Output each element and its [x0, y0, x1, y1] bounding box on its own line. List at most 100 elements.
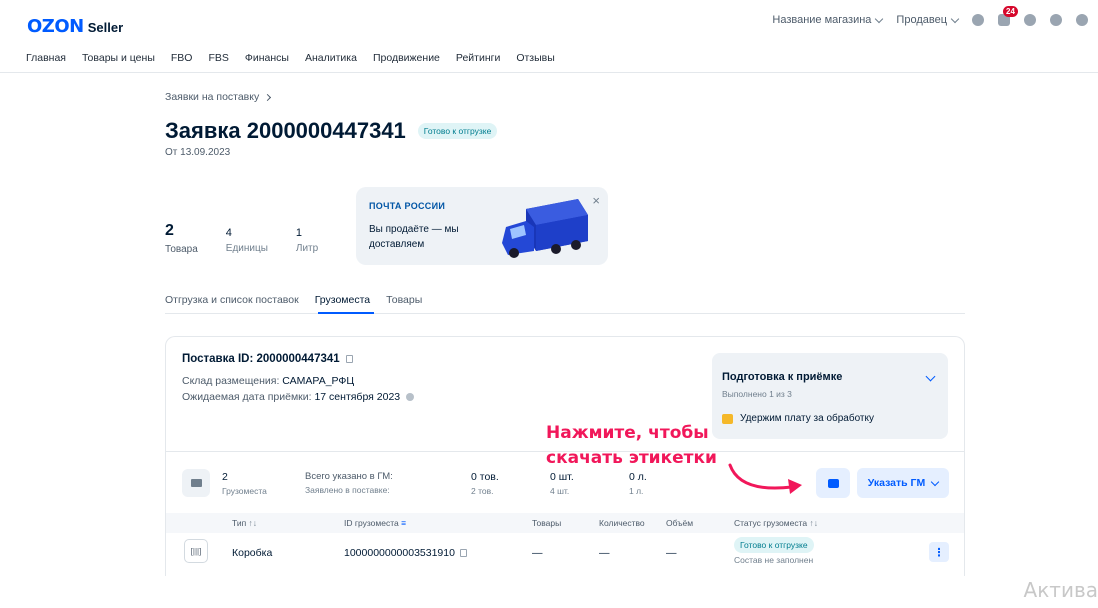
- ozon-seller-logo[interactable]: OZON Seller: [27, 16, 123, 37]
- annotation-line-2: скачать этикетки: [546, 448, 717, 468]
- stat-units: 4 Единицы: [226, 222, 268, 255]
- prep-item: Удержим плату за обработку: [722, 413, 874, 424]
- education-icon[interactable]: [1050, 14, 1062, 26]
- printer-icon: [827, 478, 839, 488]
- annotation-line-1: Нажмите, чтобы: [546, 423, 709, 443]
- store-dropdown-label: Название магазина: [772, 14, 872, 26]
- th-status[interactable]: Статус грузоместа ↑↓: [734, 518, 818, 528]
- nav-item-finance[interactable]: Финансы: [245, 52, 289, 64]
- chevron-down-icon[interactable]: [925, 371, 936, 382]
- th-goods: Товары: [532, 518, 562, 528]
- nav-item-reviews[interactable]: Отзывы: [516, 52, 554, 64]
- chevron-down-icon: [875, 14, 884, 23]
- page-title-row: Заявка 2000000447341 Готово к отгрузке: [165, 118, 498, 144]
- summary-pcs-declared: 4 шт.: [550, 486, 570, 496]
- warehouse-line: Склад размещения: САМАРА_РФЦ: [182, 375, 354, 387]
- stat-goods: 2 Товара: [165, 222, 198, 255]
- stat-liters-label: Литр: [295, 243, 319, 254]
- barcode-icon: [|||]: [184, 539, 208, 563]
- coin-icon: [722, 413, 733, 424]
- promo-banner[interactable]: ПОЧТА РОССИИ Вы продаёте — мы доставляем…: [356, 187, 608, 265]
- chat-icon[interactable]: 24: [998, 6, 1018, 26]
- expected-date-line: Ожидаемая дата приёмки: 17 сентября 2023: [182, 391, 415, 403]
- th-qty: Количество: [599, 518, 645, 528]
- nav-item-fbo[interactable]: FBO: [171, 52, 193, 64]
- summary-places: 2 Грузоместа: [222, 471, 267, 496]
- expected-date-label: Ожидаемая дата приёмки:: [182, 391, 315, 403]
- row-type: Коробка: [232, 547, 273, 559]
- th-type-label: Тип: [232, 518, 247, 528]
- shipment-id: Поставка ID: 2000000447341: [182, 353, 340, 365]
- page-title: Заявка 2000000447341: [165, 118, 406, 143]
- summary-goods-value: 0 тов.: [471, 471, 499, 483]
- th-id[interactable]: ID грузоместа ≡: [344, 518, 406, 528]
- row-status-sub: Состав не заполнен: [734, 555, 814, 565]
- annotation-arrow: [728, 463, 802, 494]
- stat-liters-value: 1: [295, 227, 303, 239]
- summary-places-label: Грузоместа: [222, 486, 267, 496]
- breadcrumb-link[interactable]: Заявки на поставку: [165, 91, 259, 103]
- annotation: Нажмите, чтобы скачать этикетки: [546, 421, 717, 471]
- help-icon[interactable]: [1024, 14, 1036, 26]
- warehouse-value: САМАРА_РФЦ: [282, 375, 355, 387]
- nav-item-ratings[interactable]: Рейтинги: [456, 52, 500, 64]
- row-qty: —: [599, 547, 610, 559]
- prep-progress: Выполнено 1 из 3: [722, 389, 792, 399]
- summary-volume-value: 0 л.: [629, 471, 647, 483]
- logo-seller: Seller: [87, 20, 124, 35]
- sort-icon: ↑↓: [248, 518, 258, 528]
- promo-text: Вы продаёте — мы доставляем: [369, 224, 459, 250]
- specify-gm-button[interactable]: Указать ГМ: [857, 468, 949, 498]
- sort-icon: ↑↓: [809, 518, 818, 528]
- filter-sort-icon: ≡: [401, 518, 407, 528]
- nav-item-promotion[interactable]: Продвижение: [373, 52, 440, 64]
- close-icon[interactable]: ×: [592, 193, 600, 208]
- th-type[interactable]: Тип ↑↓: [232, 518, 257, 528]
- copy-icon[interactable]: [459, 549, 467, 557]
- stats-row: 2 Товара 4 Единицы 1 Литр: [165, 222, 318, 255]
- table-row[interactable]: [|||] Коробка 1000000000003531910 — — — …: [166, 535, 964, 571]
- nav-item-analytics[interactable]: Аналитика: [305, 52, 357, 64]
- summary-declared-label: Заявлено в поставке:: [305, 485, 390, 495]
- stat-goods-value: 2: [165, 222, 174, 239]
- nav-item-home[interactable]: Главная: [26, 52, 66, 64]
- nav-item-products[interactable]: Товары и цены: [82, 52, 155, 64]
- breadcrumb[interactable]: Заявки на поставку: [165, 91, 272, 103]
- stat-liters: 1 Литр: [296, 222, 318, 255]
- summary-total-label: Всего указано в ГМ:: [305, 471, 393, 482]
- stat-goods-label: Товара: [165, 244, 198, 255]
- prep-item-label: Удержим плату за обработку: [740, 413, 874, 424]
- summary-pcs: 0 шт. 4 шт.: [550, 471, 574, 496]
- row-status-badge: Готово к отгрузке: [734, 537, 814, 553]
- row-id: 1000000000003531910: [344, 547, 455, 559]
- summary-volume-declared: 1 л.: [629, 486, 644, 496]
- megaphone-icon[interactable]: [1076, 14, 1088, 26]
- copy-icon[interactable]: [345, 355, 353, 363]
- prep-panel[interactable]: Подготовка к приёмке Выполнено 1 из 3 Уд…: [712, 353, 948, 439]
- chevron-down-icon: [950, 14, 960, 23]
- summary-goods-declared: 2 тов.: [471, 486, 494, 496]
- table-header: Тип ↑↓ ID грузоместа ≡ Товары Количество…: [166, 513, 964, 533]
- role-dropdown[interactable]: Продавец: [896, 14, 960, 26]
- crown-icon[interactable]: [972, 14, 984, 26]
- truck-icon: [182, 469, 210, 497]
- summary-places-value: 2: [222, 471, 228, 483]
- chevron-down-icon: [931, 477, 940, 486]
- notifications-badge: 24: [1003, 6, 1018, 17]
- warehouse-label: Склад размещения:: [182, 375, 283, 387]
- tab-shipment-list[interactable]: Отгрузка и список поставок: [165, 294, 299, 306]
- tab-products[interactable]: Товары: [386, 294, 422, 306]
- shipment-card: Поставка ID: 2000000447341 Склад размеще…: [165, 336, 965, 576]
- summary-labels: Всего указано в ГМ: Заявлено в поставке:: [305, 471, 393, 495]
- store-dropdown[interactable]: Название магазина: [772, 14, 884, 26]
- page-date: От 13.09.2023: [165, 147, 231, 158]
- tab-cargo-places[interactable]: Грузоместа: [315, 294, 370, 306]
- shipment-id-row: Поставка ID: 2000000447341: [182, 353, 353, 365]
- row-more-button[interactable]: ⋮: [929, 542, 949, 562]
- print-labels-button[interactable]: [816, 468, 850, 498]
- status-badge: Готово к отгрузке: [417, 123, 498, 139]
- th-status-label: Статус грузоместа: [734, 518, 808, 528]
- nav-item-fbs[interactable]: FBS: [208, 52, 228, 64]
- info-icon[interactable]: [406, 393, 415, 402]
- activation-watermark: Актива: [1023, 578, 1098, 602]
